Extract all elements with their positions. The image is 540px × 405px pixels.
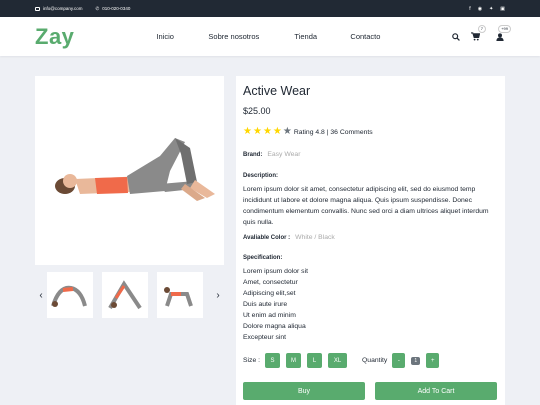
quantity-label: Quantity (362, 357, 388, 364)
cart-count-badge: 7 (477, 24, 486, 33)
add-to-cart-button[interactable]: Add To Cart (375, 382, 497, 400)
quantity-value: 1 (411, 356, 421, 365)
brand-value: Easy Wear (267, 151, 301, 158)
contact-info: info@company.com ✆ 010-020-0340 (35, 6, 130, 12)
product-title: Active Wear (243, 84, 311, 98)
size-quantity-row: Size : S M L XL Quantity - 1 + (243, 353, 498, 368)
description-text: Lorem ipsum dolor sit amet, consectetur … (243, 186, 489, 226)
search-icon[interactable] (451, 32, 461, 42)
spec-item: Dolore magna aliqua (243, 323, 306, 330)
rating-stars: ★ ★ ★ ★ ★ (243, 127, 292, 137)
color-row: Avaliable Color : White / Black (243, 234, 498, 241)
brand-label: Brand: (243, 151, 263, 158)
size-label: Size : (243, 357, 260, 364)
phone-link[interactable]: ✆ 010-020-0340 (96, 6, 131, 12)
color-value: White / Black (295, 234, 335, 241)
social-links: f ◉ ✦ ▣ (469, 6, 505, 12)
quantity-plus-button[interactable]: + (426, 353, 440, 368)
star-icon: ★ (262, 126, 272, 137)
specification-list: Lorem ipsum dolor sit Amet, consectetur … (243, 266, 498, 343)
thumbnail-1[interactable] (47, 272, 93, 318)
specification-heading: Specification: (243, 255, 283, 261)
star-icon: ★ (272, 126, 282, 137)
nav-link-contacto[interactable]: Contacto (350, 32, 420, 41)
chevron-right-icon[interactable]: › (212, 290, 224, 301)
logo[interactable]: Zay (35, 24, 74, 50)
thumbnail-2[interactable] (102, 272, 148, 318)
twitter-icon[interactable]: ✦ (489, 6, 493, 12)
main-menu: Inicio Sobre nosotros Tienda Contacto (156, 32, 420, 41)
star-icon: ★ (243, 126, 252, 137)
woman-lying-image (55, 138, 215, 201)
product-rating: ★ ★ ★ ★ ★ Rating 4.8 | 36 Comments (243, 127, 498, 137)
envelope-icon (35, 6, 40, 11)
phone-text: 010-020-0340 (102, 6, 131, 11)
size-button-m[interactable]: M (286, 353, 301, 368)
description-heading: Description: (243, 173, 279, 179)
brand-row: Brand: Easy Wear (243, 151, 498, 158)
user-count-badge: +99 (498, 24, 511, 33)
size-button-s[interactable]: S (265, 353, 280, 368)
thumbnail-image-2 (108, 280, 142, 310)
star-icon: ★ (282, 126, 292, 137)
size-button-l[interactable]: L (307, 353, 322, 368)
thumbnail-carousel: ‹ › (35, 272, 224, 318)
email-link[interactable]: info@company.com (35, 6, 83, 11)
user-icon[interactable]: +99 (495, 24, 511, 42)
thumbnail-image-3 (164, 287, 193, 307)
nav-icons: 7 +99 (451, 24, 511, 42)
spec-item: Ut enim ad minim (243, 312, 296, 319)
action-buttons: Buy Add To Cart (243, 382, 498, 400)
facebook-icon[interactable]: f (469, 6, 470, 12)
thumbnail-3[interactable] (157, 272, 203, 318)
top-info-bar: info@company.com ✆ 010-020-0340 f ◉ ✦ ▣ (0, 0, 540, 17)
buy-button[interactable]: Buy (243, 382, 365, 400)
instagram-icon[interactable]: ◉ (478, 6, 482, 12)
product-price: $25.00 (243, 106, 271, 116)
nav-link-sobre-nosotros[interactable]: Sobre nosotros (208, 32, 294, 41)
spec-item: Adipiscing elit,set (243, 290, 296, 297)
cart-icon[interactable]: 7 (470, 24, 486, 42)
rating-text: Rating 4.8 | 36 Comments (293, 128, 373, 136)
color-label: Avaliable Color : (243, 234, 291, 241)
main-navbar: Zay Inicio Sobre nosotros Tienda Contact… (0, 17, 540, 56)
spec-item: Lorem ipsum dolor sit (243, 268, 308, 275)
spec-item: Amet, consectetur (243, 279, 298, 286)
product-details-card: Active Wear $25.00 ★ ★ ★ ★ ★ Rating 4.8 … (236, 76, 505, 405)
linkedin-icon[interactable]: ▣ (500, 6, 505, 12)
quantity-minus-button[interactable]: - (392, 353, 406, 368)
product-main-image (35, 76, 224, 265)
thumbnail-image-1 (51, 285, 87, 307)
spec-item: Duis aute irure (243, 301, 288, 308)
star-icon: ★ (252, 126, 262, 137)
email-text: info@company.com (43, 6, 83, 11)
nav-link-tienda[interactable]: Tienda (294, 32, 350, 41)
size-button-xl[interactable]: XL (328, 353, 347, 368)
phone-icon: ✆ (95, 5, 100, 11)
nav-link-inicio[interactable]: Inicio (156, 32, 208, 41)
chevron-left-icon[interactable]: ‹ (35, 290, 47, 301)
spec-item: Excepteur sint (243, 334, 287, 341)
